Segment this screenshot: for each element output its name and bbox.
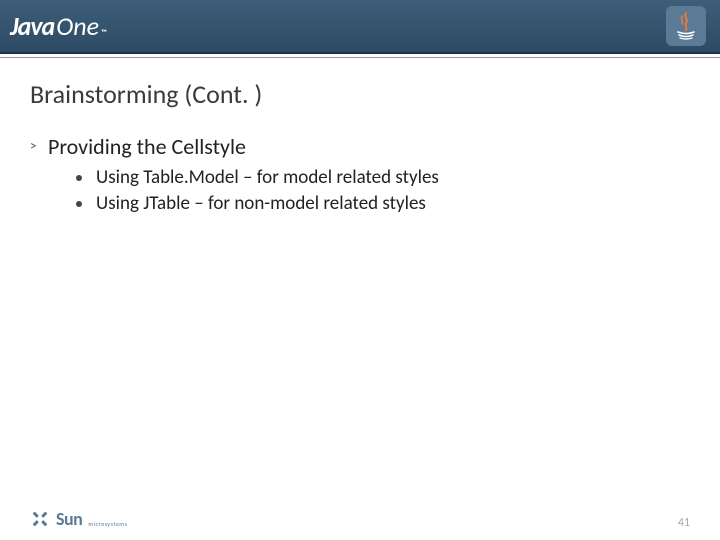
bullet-level1: > Providing the Cellstyle	[30, 134, 690, 160]
sun-emblem-icon	[30, 509, 50, 529]
bullet-dot-icon	[76, 201, 82, 207]
logo-text-one: One	[56, 10, 99, 42]
javaone-logo: Java One ™	[10, 10, 107, 42]
bullet-dot-icon	[76, 175, 82, 181]
logo-trademark: ™	[101, 28, 107, 38]
footer: Sun microsystems 41	[0, 508, 720, 530]
content-area: Brainstorming (Cont. ) > Providing the C…	[0, 58, 720, 540]
bullet-level2-text: Using Table.Model – for model related st…	[96, 166, 439, 190]
sun-logo-text: Sun	[56, 508, 82, 530]
bullet-level1-text: Providing the Cellstyle	[48, 134, 246, 160]
slide-title: Brainstorming (Cont. )	[30, 78, 690, 110]
java-cup-icon	[666, 6, 706, 46]
bullet-level2-text: Using JTable – for non-model related sty…	[96, 192, 426, 216]
header-bar: Java One ™	[0, 0, 720, 54]
sun-logo: Sun microsystems	[30, 508, 127, 530]
bullet-level2: Using JTable – for non-model related sty…	[76, 192, 690, 216]
page-number: 41	[678, 516, 690, 530]
sun-logo-subtext: microsystems	[88, 520, 127, 528]
bullet-marker-chevron: >	[30, 134, 48, 160]
bullet-level2: Using Table.Model – for model related st…	[76, 166, 690, 190]
slide: Java One ™ Brainstorming (Cont. ) > Prov…	[0, 0, 720, 540]
sub-bullet-list: Using Table.Model – for model related st…	[76, 166, 690, 216]
logo-text-java: Java	[10, 10, 54, 42]
